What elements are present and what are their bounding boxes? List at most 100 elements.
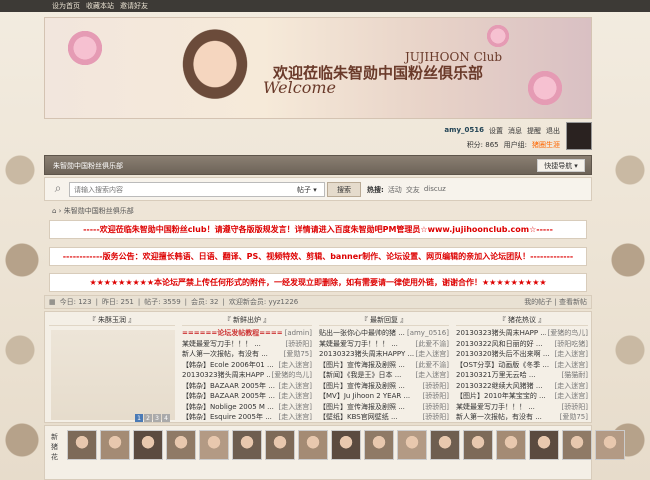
list-item[interactable]: 某婕最爱写刀手！！！ ... [此爱不渝] <box>319 339 449 350</box>
post-author-link[interactable]: [走入迷宫] <box>416 349 449 360</box>
member-avatar[interactable] <box>496 430 526 460</box>
stat-newest-member[interactable]: 欢迎新会员: yyz1226 <box>229 297 298 307</box>
post-author-link[interactable]: [此爱不渝] <box>416 339 449 350</box>
post-title-link[interactable]: 【韩杂】Esquire 2005年 ... <box>182 412 272 423</box>
breadcrumb-forum-link[interactable]: 朱智勋中国粉丝俱乐部 <box>64 207 134 215</box>
notice-banner-2[interactable]: ------------版务公告：欢迎擅长韩语、日语、翻译、PS、视频特效、剪辑… <box>49 247 587 266</box>
post-title-link[interactable]: 【新闻】《我是王》日本 ... <box>319 370 401 381</box>
member-avatar[interactable] <box>595 430 625 460</box>
hot-search-item[interactable]: discuz <box>424 185 446 195</box>
post-title-link[interactable]: 【韩杂】Ecole 2006年01 ... <box>182 360 274 371</box>
post-author-link[interactable]: [爱勋75] <box>284 349 312 360</box>
list-item[interactable]: 【韩杂】BAZAAR 2005年 ... [走入迷宫] <box>182 381 312 392</box>
member-avatar[interactable] <box>298 430 328 460</box>
pager-dot[interactable]: 3 <box>153 414 161 422</box>
search-button[interactable]: 搜索 <box>327 182 361 197</box>
list-item[interactable]: ======论坛发帖教程==== [admin] <box>182 328 312 339</box>
post-author-link[interactable]: [骄骄阳] <box>423 391 449 402</box>
post-author-link[interactable]: [走入迷宫] <box>555 391 588 402</box>
pager-dot[interactable]: 4 <box>162 414 170 422</box>
post-title-link[interactable]: 【MV】Ju Jihoon 2 YEAR ... <box>319 391 410 402</box>
post-title-link[interactable]: 20130323猪头周末HAPPY ... <box>319 349 414 360</box>
post-title-link[interactable]: 20130322继续大风猪猪 ... <box>456 381 543 392</box>
notice-banner-1[interactable]: -----欢迎莅临朱智勋中国粉丝club！请遵守各版版规发言！详情请进入百度朱智… <box>49 220 587 239</box>
list-item[interactable]: 【韩杂】Ecole 2006年01 ... [走入迷宫] <box>182 360 312 371</box>
post-title-link[interactable]: 某婕最爱写刀手！！！ ... <box>182 339 261 350</box>
points-link[interactable]: 积分: 865 <box>467 140 499 150</box>
post-author-link[interactable]: [走入迷宫] <box>416 370 449 381</box>
post-title-link[interactable]: 【壁纸】KBS官网壁纸 ... <box>319 412 398 423</box>
post-title-link[interactable]: 某婕最爱写刀手！！！ ... <box>319 339 398 350</box>
member-avatar[interactable] <box>463 430 493 460</box>
post-author-link[interactable]: [走入迷宫] <box>279 381 312 392</box>
member-avatar[interactable] <box>232 430 262 460</box>
user-avatar[interactable] <box>566 122 592 150</box>
hot-search-item[interactable]: 活动 <box>388 185 402 195</box>
reminders-link[interactable]: 提醒 <box>527 126 541 136</box>
post-title-link[interactable]: 【韩杂】Noblige 2005 M ... <box>182 402 274 413</box>
pager-dot[interactable]: 2 <box>144 414 152 422</box>
member-avatar[interactable] <box>397 430 427 460</box>
list-item[interactable]: 20130323猪头周末HAPP ... [爱猪的鸟儿] <box>456 328 588 339</box>
quick-nav-button[interactable]: 快捷导航 ▾ <box>537 159 585 172</box>
member-avatar[interactable] <box>430 430 460 460</box>
list-item[interactable]: 新人第一次报帖，有没有 ... [爱勋75] <box>456 412 588 423</box>
member-avatar[interactable] <box>199 430 229 460</box>
messages-link[interactable]: 消息 <box>508 126 522 136</box>
member-avatar[interactable] <box>166 430 196 460</box>
post-author-link[interactable]: [骄骄阳] <box>562 402 588 413</box>
post-title-link[interactable]: 贴出一张你心中最帅的猪 ... <box>319 328 405 339</box>
post-title-link[interactable]: 20130323猪头周末HAPP ... <box>182 370 270 381</box>
list-item[interactable]: 某婕最爱写刀手！！！ ... [骄骄阳] <box>456 402 588 413</box>
post-title-link[interactable]: 20130321万里无云哈 ... <box>456 370 536 381</box>
post-author-link[interactable]: [走入迷宫] <box>279 402 312 413</box>
post-author-link[interactable]: [此爱不渝] <box>416 360 449 371</box>
list-item[interactable]: 【韩杂】Esquire 2005年 ... [走入迷宫] <box>182 412 312 423</box>
post-author-link[interactable]: [猫猫耐] <box>562 370 588 381</box>
user-group-link[interactable]: 猪圈生涯 <box>532 140 560 150</box>
post-title-link[interactable]: 某婕最爱写刀手！！！ ... <box>456 402 535 413</box>
post-author-link[interactable]: [爱猪的鸟儿] <box>548 328 588 339</box>
post-author-link[interactable]: [走入迷宫] <box>555 349 588 360</box>
post-title-link[interactable]: 【韩杂】BAZAAR 2005年 ... <box>182 391 275 402</box>
set-homepage-link[interactable]: 设为首页 <box>52 1 80 11</box>
search-type-select[interactable]: 帖子 ▾ <box>297 185 317 195</box>
post-title-link[interactable]: 新人第一次报帖，有没有 ... <box>182 349 268 360</box>
featured-slideshow[interactable] <box>51 330 175 420</box>
post-author-link[interactable]: [走入迷宫] <box>279 391 312 402</box>
list-item[interactable]: 20130323猪头周末HAPP ... [爱猪的鸟儿] <box>182 370 312 381</box>
settings-link[interactable]: 设置 <box>489 126 503 136</box>
list-item[interactable]: 【MV】Ju Jihoon 2 YEAR ... [骄骄阳] <box>319 391 449 402</box>
bookmark-link[interactable]: 收藏本站 <box>86 1 114 11</box>
post-title-link[interactable]: 【图片】宣传海报及剧照 ... <box>319 381 405 392</box>
hot-search-item[interactable]: 交友 <box>406 185 420 195</box>
member-avatar[interactable] <box>529 430 559 460</box>
post-title-link[interactable]: 新人第一次报帖，有没有 ... <box>456 412 542 423</box>
list-item[interactable]: 新人第一次报帖，有没有 ... [爱勋75] <box>182 349 312 360</box>
post-author-link[interactable]: [amy_0516] <box>407 328 449 339</box>
list-item[interactable]: 【图片】2010年某宝宝的 ... [走入迷宫] <box>456 391 588 402</box>
post-title-link[interactable]: 【图片】宣传海报及剧照 ... <box>319 402 405 413</box>
post-author-link[interactable]: [走入迷宫] <box>555 381 588 392</box>
list-item[interactable]: 【图片】宣传海报及剧照 ... [骄骄阳] <box>319 381 449 392</box>
list-item[interactable]: 【壁纸】KBS官网壁纸 ... [骄骄阳] <box>319 412 449 423</box>
list-item[interactable]: 20130322风和日丽的好 ... [骄阳吃猪] <box>456 339 588 350</box>
username-link[interactable]: amy_0516 <box>444 126 484 136</box>
post-author-link[interactable]: [走入迷宫] <box>555 360 588 371</box>
post-author-link[interactable]: [爱猪的鸟儿] <box>272 370 312 381</box>
post-author-link[interactable]: [骄骄阳] <box>423 412 449 423</box>
post-author-link[interactable]: [爱勋75] <box>560 412 588 423</box>
list-item[interactable]: 20130323猪头周末HAPPY ... [走入迷宫] <box>319 349 449 360</box>
list-item[interactable]: 【韩杂】Noblige 2005 M ... [走入迷宫] <box>182 402 312 413</box>
list-item[interactable]: 20130322继续大风猪猪 ... [走入迷宫] <box>456 381 588 392</box>
post-author-link[interactable]: [骄骄阳] <box>423 381 449 392</box>
list-item[interactable]: 【图片】宣传海报及剧照 ... [骄骄阳] <box>319 402 449 413</box>
member-avatar[interactable] <box>100 430 130 460</box>
post-author-link[interactable]: [走入迷宫] <box>279 412 312 423</box>
list-item[interactable]: 【韩杂】BAZAAR 2005年 ... [走入迷宫] <box>182 391 312 402</box>
post-title-link[interactable]: 【图片】宣传海报及剧照 ... <box>319 360 405 371</box>
site-banner[interactable]: JUJIHOON Club 欢迎莅临朱智勋中国粉丝俱乐部 Welcome <box>44 17 592 119</box>
list-item[interactable]: 【图片】宣传海报及剧照 ... [此爱不渝] <box>319 360 449 371</box>
post-title-link[interactable]: ======论坛发帖教程==== <box>182 328 283 339</box>
list-item[interactable]: 贴出一张你心中最帅的猪 ... [amy_0516] <box>319 328 449 339</box>
